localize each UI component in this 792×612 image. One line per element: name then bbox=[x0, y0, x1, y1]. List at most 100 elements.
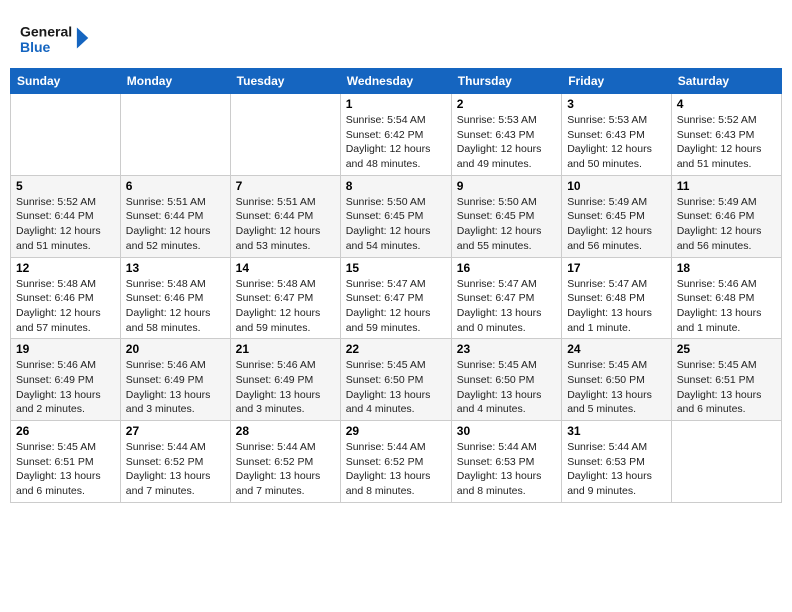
day-number: 10 bbox=[567, 179, 666, 193]
day-info: Sunrise: 5:44 AM Sunset: 6:53 PM Dayligh… bbox=[567, 440, 666, 499]
day-number: 5 bbox=[16, 179, 115, 193]
weekday-header: Saturday bbox=[671, 69, 781, 94]
day-info: Sunrise: 5:45 AM Sunset: 6:50 PM Dayligh… bbox=[457, 358, 556, 417]
day-info: Sunrise: 5:45 AM Sunset: 6:50 PM Dayligh… bbox=[346, 358, 446, 417]
day-info: Sunrise: 5:44 AM Sunset: 6:52 PM Dayligh… bbox=[236, 440, 335, 499]
day-number: 2 bbox=[457, 97, 556, 111]
calendar-cell: 23 Sunrise: 5:45 AM Sunset: 6:50 PM Dayli… bbox=[451, 339, 561, 421]
calendar-cell: 19 Sunrise: 5:46 AM Sunset: 6:49 PM Dayli… bbox=[11, 339, 121, 421]
day-info: Sunrise: 5:52 AM Sunset: 6:43 PM Dayligh… bbox=[677, 113, 776, 172]
day-info: Sunrise: 5:46 AM Sunset: 6:49 PM Dayligh… bbox=[236, 358, 335, 417]
calendar-cell: 8 Sunrise: 5:50 AM Sunset: 6:45 PM Daylig… bbox=[340, 175, 451, 257]
calendar-cell: 18 Sunrise: 5:46 AM Sunset: 6:48 PM Dayli… bbox=[671, 257, 781, 339]
day-number: 16 bbox=[457, 261, 556, 275]
weekday-header: Wednesday bbox=[340, 69, 451, 94]
calendar-cell: 11 Sunrise: 5:49 AM Sunset: 6:46 PM Dayli… bbox=[671, 175, 781, 257]
day-info: Sunrise: 5:47 AM Sunset: 6:47 PM Dayligh… bbox=[346, 277, 446, 336]
day-info: Sunrise: 5:53 AM Sunset: 6:43 PM Dayligh… bbox=[457, 113, 556, 172]
day-number: 17 bbox=[567, 261, 666, 275]
day-info: Sunrise: 5:51 AM Sunset: 6:44 PM Dayligh… bbox=[126, 195, 225, 254]
day-info: Sunrise: 5:48 AM Sunset: 6:46 PM Dayligh… bbox=[16, 277, 115, 336]
weekday-header-row: SundayMondayTuesdayWednesdayThursdayFrid… bbox=[11, 69, 782, 94]
calendar-cell: 2 Sunrise: 5:53 AM Sunset: 6:43 PM Daylig… bbox=[451, 94, 561, 176]
day-number: 23 bbox=[457, 342, 556, 356]
day-number: 9 bbox=[457, 179, 556, 193]
day-number: 4 bbox=[677, 97, 776, 111]
calendar-week-row: 5 Sunrise: 5:52 AM Sunset: 6:44 PM Daylig… bbox=[11, 175, 782, 257]
day-number: 29 bbox=[346, 424, 446, 438]
weekday-header: Thursday bbox=[451, 69, 561, 94]
calendar-cell: 21 Sunrise: 5:46 AM Sunset: 6:49 PM Dayli… bbox=[230, 339, 340, 421]
calendar-cell bbox=[230, 94, 340, 176]
day-number: 14 bbox=[236, 261, 335, 275]
calendar-cell bbox=[671, 421, 781, 503]
weekday-header: Tuesday bbox=[230, 69, 340, 94]
calendar-cell: 27 Sunrise: 5:44 AM Sunset: 6:52 PM Dayli… bbox=[120, 421, 230, 503]
logo-svg: GeneralBlue bbox=[20, 18, 90, 58]
day-number: 26 bbox=[16, 424, 115, 438]
calendar-cell: 30 Sunrise: 5:44 AM Sunset: 6:53 PM Dayli… bbox=[451, 421, 561, 503]
day-info: Sunrise: 5:52 AM Sunset: 6:44 PM Dayligh… bbox=[16, 195, 115, 254]
day-info: Sunrise: 5:44 AM Sunset: 6:53 PM Dayligh… bbox=[457, 440, 556, 499]
day-info: Sunrise: 5:49 AM Sunset: 6:46 PM Dayligh… bbox=[677, 195, 776, 254]
day-number: 15 bbox=[346, 261, 446, 275]
calendar-cell: 5 Sunrise: 5:52 AM Sunset: 6:44 PM Daylig… bbox=[11, 175, 121, 257]
calendar-cell: 3 Sunrise: 5:53 AM Sunset: 6:43 PM Daylig… bbox=[562, 94, 672, 176]
calendar-cell: 13 Sunrise: 5:48 AM Sunset: 6:46 PM Dayli… bbox=[120, 257, 230, 339]
calendar-cell: 12 Sunrise: 5:48 AM Sunset: 6:46 PM Dayli… bbox=[11, 257, 121, 339]
day-info: Sunrise: 5:50 AM Sunset: 6:45 PM Dayligh… bbox=[346, 195, 446, 254]
day-number: 18 bbox=[677, 261, 776, 275]
day-number: 13 bbox=[126, 261, 225, 275]
day-info: Sunrise: 5:54 AM Sunset: 6:42 PM Dayligh… bbox=[346, 113, 446, 172]
day-info: Sunrise: 5:51 AM Sunset: 6:44 PM Dayligh… bbox=[236, 195, 335, 254]
day-info: Sunrise: 5:48 AM Sunset: 6:47 PM Dayligh… bbox=[236, 277, 335, 336]
calendar-cell: 7Sunrise: 5:51 AM Sunset: 6:44 PM Daylig… bbox=[230, 175, 340, 257]
day-number: 22 bbox=[346, 342, 446, 356]
day-number: 6 bbox=[126, 179, 225, 193]
day-number: 20 bbox=[126, 342, 225, 356]
calendar-cell: 4 Sunrise: 5:52 AM Sunset: 6:43 PM Daylig… bbox=[671, 94, 781, 176]
day-info: Sunrise: 5:45 AM Sunset: 6:50 PM Dayligh… bbox=[567, 358, 666, 417]
calendar-week-row: 12 Sunrise: 5:48 AM Sunset: 6:46 PM Dayli… bbox=[11, 257, 782, 339]
calendar-cell: 26Sunrise: 5:45 AM Sunset: 6:51 PM Dayli… bbox=[11, 421, 121, 503]
day-number: 8 bbox=[346, 179, 446, 193]
calendar-cell: 15 Sunrise: 5:47 AM Sunset: 6:47 PM Dayli… bbox=[340, 257, 451, 339]
page-header: GeneralBlue bbox=[10, 10, 782, 62]
day-number: 25 bbox=[677, 342, 776, 356]
day-info: Sunrise: 5:50 AM Sunset: 6:45 PM Dayligh… bbox=[457, 195, 556, 254]
calendar-cell: 6 Sunrise: 5:51 AM Sunset: 6:44 PM Daylig… bbox=[120, 175, 230, 257]
day-info: Sunrise: 5:48 AM Sunset: 6:46 PM Dayligh… bbox=[126, 277, 225, 336]
day-info: Sunrise: 5:44 AM Sunset: 6:52 PM Dayligh… bbox=[126, 440, 225, 499]
calendar-cell: 22 Sunrise: 5:45 AM Sunset: 6:50 PM Dayli… bbox=[340, 339, 451, 421]
calendar-cell bbox=[11, 94, 121, 176]
calendar-cell: 25 Sunrise: 5:45 AM Sunset: 6:51 PM Dayli… bbox=[671, 339, 781, 421]
day-info: Sunrise: 5:46 AM Sunset: 6:49 PM Dayligh… bbox=[16, 358, 115, 417]
day-info: Sunrise: 5:47 AM Sunset: 6:47 PM Dayligh… bbox=[457, 277, 556, 336]
calendar-week-row: 19 Sunrise: 5:46 AM Sunset: 6:49 PM Dayli… bbox=[11, 339, 782, 421]
day-number: 30 bbox=[457, 424, 556, 438]
calendar-cell: 29 Sunrise: 5:44 AM Sunset: 6:52 PM Dayli… bbox=[340, 421, 451, 503]
day-number: 28 bbox=[236, 424, 335, 438]
calendar-cell: 17 Sunrise: 5:47 AM Sunset: 6:48 PM Dayli… bbox=[562, 257, 672, 339]
calendar-cell: 24 Sunrise: 5:45 AM Sunset: 6:50 PM Dayli… bbox=[562, 339, 672, 421]
day-number: 27 bbox=[126, 424, 225, 438]
calendar-cell: 28 Sunrise: 5:44 AM Sunset: 6:52 PM Dayli… bbox=[230, 421, 340, 503]
day-info: Sunrise: 5:53 AM Sunset: 6:43 PM Dayligh… bbox=[567, 113, 666, 172]
day-info: Sunrise: 5:46 AM Sunset: 6:48 PM Dayligh… bbox=[677, 277, 776, 336]
weekday-header: Sunday bbox=[11, 69, 121, 94]
day-number: 1 bbox=[346, 97, 446, 111]
day-info: Sunrise: 5:47 AM Sunset: 6:48 PM Dayligh… bbox=[567, 277, 666, 336]
day-number: 24 bbox=[567, 342, 666, 356]
calendar-cell: 10 Sunrise: 5:49 AM Sunset: 6:45 PM Dayli… bbox=[562, 175, 672, 257]
calendar-cell: 14 Sunrise: 5:48 AM Sunset: 6:47 PM Dayli… bbox=[230, 257, 340, 339]
day-number: 19 bbox=[16, 342, 115, 356]
calendar-week-row: 1 Sunrise: 5:54 AM Sunset: 6:42 PM Daylig… bbox=[11, 94, 782, 176]
day-number: 11 bbox=[677, 179, 776, 193]
day-info: Sunrise: 5:45 AM Sunset: 6:51 PM Dayligh… bbox=[677, 358, 776, 417]
day-info: Sunrise: 5:49 AM Sunset: 6:45 PM Dayligh… bbox=[567, 195, 666, 254]
day-number: 21 bbox=[236, 342, 335, 356]
day-info: Sunrise: 5:44 AM Sunset: 6:52 PM Dayligh… bbox=[346, 440, 446, 499]
day-number: 12 bbox=[16, 261, 115, 275]
day-number: 3 bbox=[567, 97, 666, 111]
calendar-table: SundayMondayTuesdayWednesdayThursdayFrid… bbox=[10, 68, 782, 503]
